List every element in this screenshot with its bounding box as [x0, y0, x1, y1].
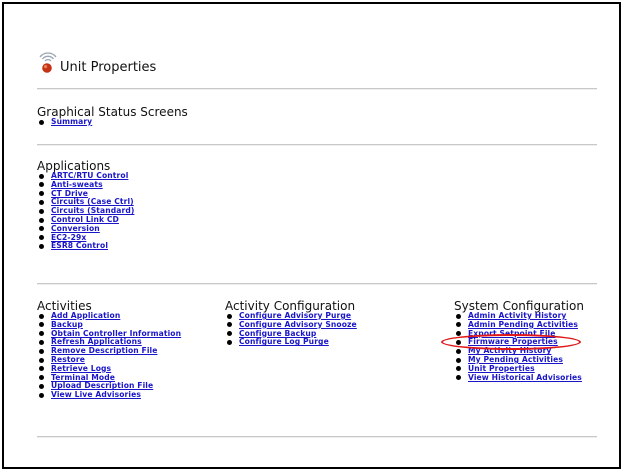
- link-artc-rtu-control[interactable]: ARTC/RTU Control: [51, 171, 128, 180]
- link-anti-sweats[interactable]: Anti-sweats: [51, 180, 103, 189]
- link-terminal-mode[interactable]: Terminal Mode: [51, 373, 115, 382]
- link-conversion[interactable]: Conversion: [51, 224, 100, 233]
- link-configure-backup[interactable]: Configure Backup: [239, 329, 316, 338]
- link-add-application[interactable]: Add Application: [51, 311, 120, 320]
- link-configure-log-purge[interactable]: Configure Log Purge: [239, 337, 329, 346]
- link-circuits-standard[interactable]: Circuits (Standard): [51, 206, 134, 215]
- link-admin-activity-history[interactable]: Admin Activity History: [468, 311, 567, 320]
- link-admin-pending-activities[interactable]: Admin Pending Activities: [468, 320, 578, 329]
- link-configure-advisory-purge[interactable]: Configure Advisory Purge: [239, 311, 351, 320]
- link-obtain-controller-information[interactable]: Obtain Controller Information: [51, 329, 181, 338]
- list-item: ESR8 Control: [37, 241, 134, 251]
- list-item: View Historical Advisories: [454, 373, 582, 383]
- page-title: Unit Properties: [60, 60, 157, 75]
- link-circuits-case-ctrl[interactable]: Circuits (Case Ctrl): [51, 197, 134, 206]
- activity-configuration-list: Configure Advisory Purge Configure Adviso…: [225, 311, 357, 347]
- wifi-globe-icon: [37, 48, 59, 74]
- export-setpoint-highlight-ellipse: [441, 334, 581, 350]
- page-frame: Unit Properties Graphical Status Screens…: [2, 2, 621, 469]
- divider: [37, 144, 597, 146]
- link-upload-description-file[interactable]: Upload Description File: [51, 381, 153, 390]
- divider: [37, 436, 597, 438]
- list-item: Summary: [37, 117, 92, 127]
- link-remove-description-file[interactable]: Remove Description File: [51, 346, 157, 355]
- graphical-status-list: Summary: [37, 117, 92, 127]
- link-restore[interactable]: Restore: [51, 355, 85, 364]
- link-unit-properties[interactable]: Unit Properties: [468, 364, 535, 373]
- link-retrieve-logs[interactable]: Retrieve Logs: [51, 364, 111, 373]
- link-refresh-applications[interactable]: Refresh Applications: [51, 337, 142, 346]
- divider: [37, 283, 597, 285]
- link-esr8-control[interactable]: ESR8 Control: [51, 241, 108, 250]
- link-configure-advisory-snooze[interactable]: Configure Advisory Snooze: [239, 320, 357, 329]
- link-view-historical-advisories[interactable]: View Historical Advisories: [468, 373, 582, 382]
- link-ec2-29x[interactable]: EC2-29x: [51, 233, 86, 242]
- link-ct-drive[interactable]: CT Drive: [51, 189, 88, 198]
- activities-list: Add Application Backup Obtain Controller I…: [37, 311, 181, 400]
- link-backup[interactable]: Backup: [51, 320, 83, 329]
- link-view-live-advisories[interactable]: View Live Advisories: [51, 390, 141, 399]
- divider: [37, 88, 597, 90]
- link-control-link-cd[interactable]: Control Link CD: [51, 215, 119, 224]
- applications-list: ARTC/RTU Control Anti-sweats CT Drive Circu…: [37, 171, 134, 251]
- link-summary[interactable]: Summary: [51, 117, 92, 126]
- list-item: View Live Advisories: [37, 390, 181, 400]
- list-item: Configure Log Purge: [225, 337, 357, 347]
- link-my-pending-activities[interactable]: My Pending Activities: [468, 355, 563, 364]
